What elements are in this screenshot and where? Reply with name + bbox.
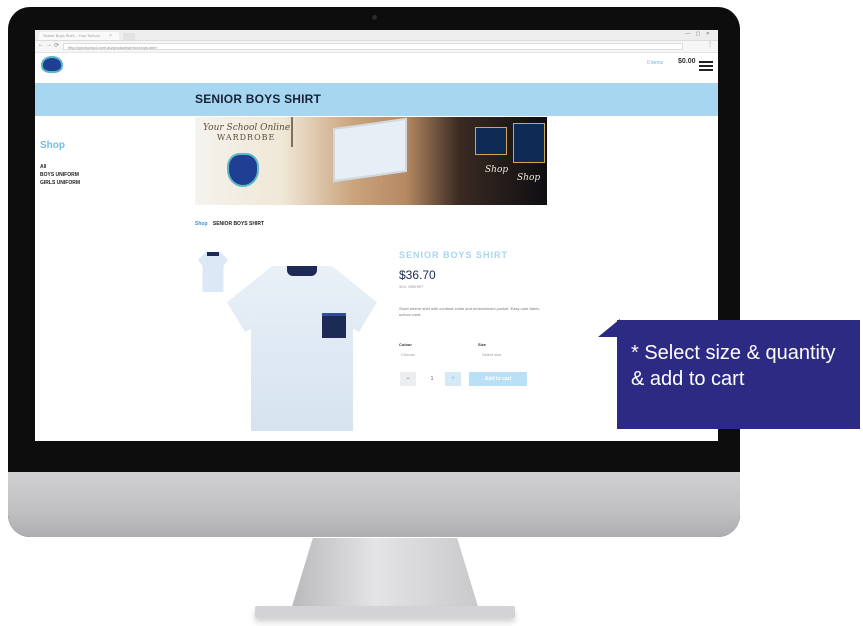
colour-label: Colour bbox=[399, 342, 412, 347]
sidebar-item-all[interactable]: All bbox=[40, 163, 80, 171]
laptop-graphic bbox=[333, 117, 407, 183]
product-price: $36.70 bbox=[399, 268, 436, 282]
cart-total[interactable]: $0.00 bbox=[678, 58, 696, 65]
quantity-increase-button[interactable]: + bbox=[445, 372, 461, 386]
product-image[interactable] bbox=[227, 266, 377, 431]
tab-bar: Senior Boys Shirt – Your School × — ▢ ✕ bbox=[35, 30, 718, 41]
forward-icon[interactable]: → bbox=[46, 42, 52, 48]
callout-text: * Select size & quantity & add to cart bbox=[631, 342, 836, 390]
quantity-decrease-button[interactable]: − bbox=[400, 372, 416, 386]
product-title: SENIOR BOYS SHIRT bbox=[399, 250, 509, 260]
menu-icon[interactable]: ⋮ bbox=[707, 41, 713, 48]
breadcrumb-shop-link[interactable]: Shop bbox=[195, 221, 208, 227]
page-banner: SENIOR BOYS SHIRT bbox=[35, 83, 718, 116]
back-icon[interactable]: ← bbox=[38, 42, 44, 48]
reload-icon[interactable]: ⟳ bbox=[54, 42, 59, 49]
hanger-graphic bbox=[291, 117, 293, 147]
crest-icon bbox=[227, 153, 259, 187]
gift-box-graphic bbox=[513, 123, 545, 163]
page-title: SENIOR BOYS SHIRT bbox=[195, 92, 322, 106]
thumbnail-collar bbox=[207, 252, 219, 256]
promo-banner-image: Your School Online WARDROBE Shop Shop bbox=[195, 117, 547, 205]
monitor-chin bbox=[8, 472, 740, 537]
webcam bbox=[372, 15, 377, 20]
promo-shop-text: Shop bbox=[485, 165, 509, 175]
cart-items-link[interactable]: 0 items bbox=[647, 60, 663, 66]
promo-script-text: Your School Online bbox=[203, 123, 291, 133]
shop-sidebar: Shop All BOYS UNIFORM GIRLS UNIFORM bbox=[40, 140, 80, 187]
sidebar-title: Shop bbox=[40, 140, 65, 151]
close-icon[interactable]: × bbox=[109, 32, 112, 40]
browser-tab[interactable]: Senior Boys Shirt – Your School × bbox=[39, 32, 119, 40]
monitor-stand-base bbox=[255, 606, 515, 618]
promo-wardrobe-text: WARDROBE bbox=[217, 133, 276, 142]
shirt-collar bbox=[287, 266, 317, 276]
monitor-stand-neck bbox=[290, 538, 480, 613]
product-description: Short sleeve shirt with contrast collar … bbox=[399, 306, 541, 317]
breadcrumb: Shop SENIOR BOYS SHIRT bbox=[195, 221, 264, 227]
new-tab-button[interactable] bbox=[123, 33, 135, 40]
url-input[interactable]: http://yourschool.com.au/product/senior-… bbox=[63, 43, 683, 50]
size-select[interactable]: Select size bbox=[482, 352, 501, 357]
school-logo[interactable] bbox=[41, 56, 63, 73]
gift-box-graphic bbox=[475, 127, 507, 155]
window-controls[interactable]: — ▢ ✕ bbox=[685, 31, 712, 37]
add-to-cart-button[interactable]: Add to cart bbox=[469, 372, 527, 386]
sidebar-item-boys-uniform[interactable]: BOYS UNIFORM bbox=[40, 171, 80, 179]
browser-window: Senior Boys Shirt – Your School × — ▢ ✕ … bbox=[35, 30, 718, 441]
colour-select[interactable]: Choose bbox=[401, 352, 415, 357]
shirt-pocket-crest bbox=[322, 313, 346, 338]
product-sku: SKU: SBSHIRT bbox=[399, 285, 424, 289]
tab-title: Senior Boys Shirt – Your School bbox=[43, 33, 100, 38]
instruction-callout: * Select size & quantity & add to cart bbox=[617, 320, 860, 429]
hamburger-menu-icon[interactable] bbox=[699, 61, 713, 73]
quantity-input[interactable]: 1 bbox=[427, 372, 437, 386]
promo-shop-text: Shop bbox=[517, 173, 541, 183]
site-header: 0 items $0.00 bbox=[35, 52, 718, 82]
product-thumbnail[interactable] bbox=[198, 252, 228, 292]
breadcrumb-current: SENIOR BOYS SHIRT bbox=[212, 221, 265, 227]
sidebar-item-girls-uniform[interactable]: GIRLS UNIFORM bbox=[40, 179, 80, 187]
size-label: Size bbox=[478, 342, 487, 347]
